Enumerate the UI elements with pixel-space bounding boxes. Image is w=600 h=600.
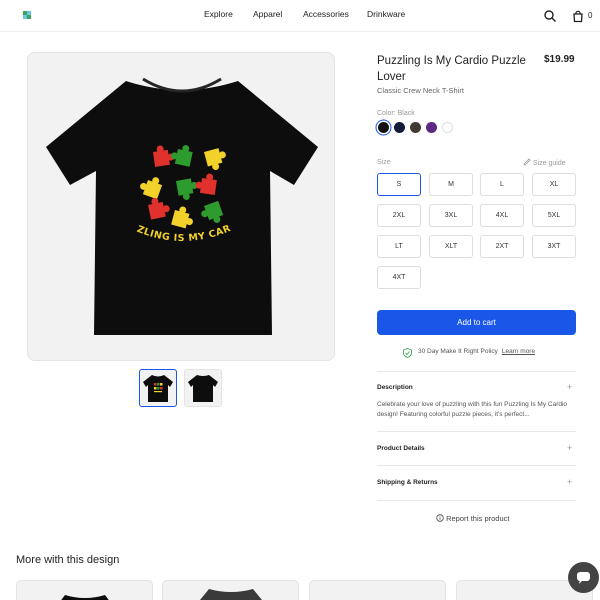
size-5xl[interactable]: 5XL	[532, 204, 576, 227]
color-label: Color: Black	[377, 110, 415, 117]
description-text: Celebrate your love of puzzling with thi…	[377, 401, 568, 418]
product-subtitle: Classic Crew Neck T-Shirt	[377, 86, 464, 95]
swatch-dark-heather[interactable]	[410, 122, 421, 133]
more-card-3[interactable]	[309, 580, 446, 600]
size-3xt[interactable]: 3XT	[532, 235, 576, 258]
site-header: Explore Apparel Accessories Drinkware 0	[0, 0, 600, 32]
more-card-1-image	[61, 595, 109, 600]
accordion-shipping-returns[interactable]: Shipping & Returns	[377, 479, 438, 486]
size-guide-label: Size guide	[532, 160, 566, 167]
more-card-2[interactable]	[162, 580, 299, 600]
ruler-icon	[523, 158, 531, 166]
divider	[377, 500, 576, 501]
policy-row: 30 Day Make It Right Policy Learn more	[418, 348, 535, 355]
size-l[interactable]: L	[480, 173, 524, 196]
learn-more-link[interactable]: Learn more	[502, 348, 535, 355]
size-m[interactable]: M	[429, 173, 473, 196]
size-xl[interactable]: XL	[532, 173, 576, 196]
nav-apparel[interactable]: Apparel	[253, 9, 282, 19]
size-2xt[interactable]: 2XT	[480, 235, 524, 258]
search-icon[interactable]	[543, 9, 557, 23]
plus-icon[interactable]: +	[567, 478, 572, 487]
report-product-link[interactable]: Report this product	[436, 514, 509, 523]
size-4xl[interactable]: 4XL	[480, 204, 524, 227]
swatch-navy[interactable]	[394, 122, 405, 133]
size-4xt[interactable]: 4XT	[377, 266, 421, 289]
divider	[377, 431, 576, 432]
size-3xl[interactable]: 3XL	[429, 204, 473, 227]
shield-check-icon	[403, 348, 412, 358]
product-title: Puzzling Is My Cardio Puzzle Lover	[377, 55, 526, 83]
divider	[377, 371, 576, 372]
chat-button[interactable]	[568, 562, 599, 593]
add-to-cart-button[interactable]: Add to cart	[377, 310, 576, 335]
thumbnail-front[interactable]	[139, 369, 177, 407]
size-xlt[interactable]: XLT	[429, 235, 473, 258]
swatch-purple[interactable]	[426, 122, 437, 133]
info-circle-icon	[436, 514, 444, 522]
thumbnail-front-image	[143, 375, 173, 402]
size-guide-link[interactable]: Size guide	[523, 158, 566, 167]
cart-icon[interactable]	[571, 9, 585, 23]
size-2xl[interactable]: 2XL	[377, 204, 421, 227]
size-label: Size	[377, 159, 391, 166]
policy-text: 30 Day Make It Right Policy	[418, 348, 498, 355]
nav-explore[interactable]: Explore	[204, 9, 233, 19]
accordion-product-details[interactable]: Product Details	[377, 445, 425, 452]
accordion-description[interactable]: Description	[377, 384, 413, 391]
size-s[interactable]: S	[377, 173, 421, 196]
nav-accessories[interactable]: Accessories	[303, 9, 349, 19]
product-price: $19.99	[544, 54, 575, 65]
chat-bubble-icon	[577, 572, 590, 584]
swatch-black[interactable]	[378, 122, 389, 133]
thumbnail-back-image	[188, 375, 218, 402]
more-section-title: More with this design	[16, 554, 120, 566]
nav-drinkware[interactable]: Drinkware	[367, 9, 405, 19]
more-card-1[interactable]	[16, 580, 153, 600]
size-lt[interactable]: LT	[377, 235, 421, 258]
plus-icon[interactable]: +	[567, 383, 572, 392]
tshirt-image: PUZZLING IS MY CARDIO	[28, 53, 318, 335]
more-card-3-image	[310, 581, 446, 600]
divider	[377, 465, 576, 466]
report-label: Report this product	[446, 514, 510, 523]
more-card-2-image	[200, 589, 262, 600]
product-image[interactable]: PUZZLING IS MY CARDIO	[27, 52, 335, 361]
cart-count: 0	[588, 11, 593, 20]
plus-icon[interactable]: +	[567, 444, 572, 453]
thumbnail-back[interactable]	[184, 369, 222, 407]
swatch-white[interactable]	[442, 122, 453, 133]
logo-icon[interactable]	[22, 10, 32, 20]
